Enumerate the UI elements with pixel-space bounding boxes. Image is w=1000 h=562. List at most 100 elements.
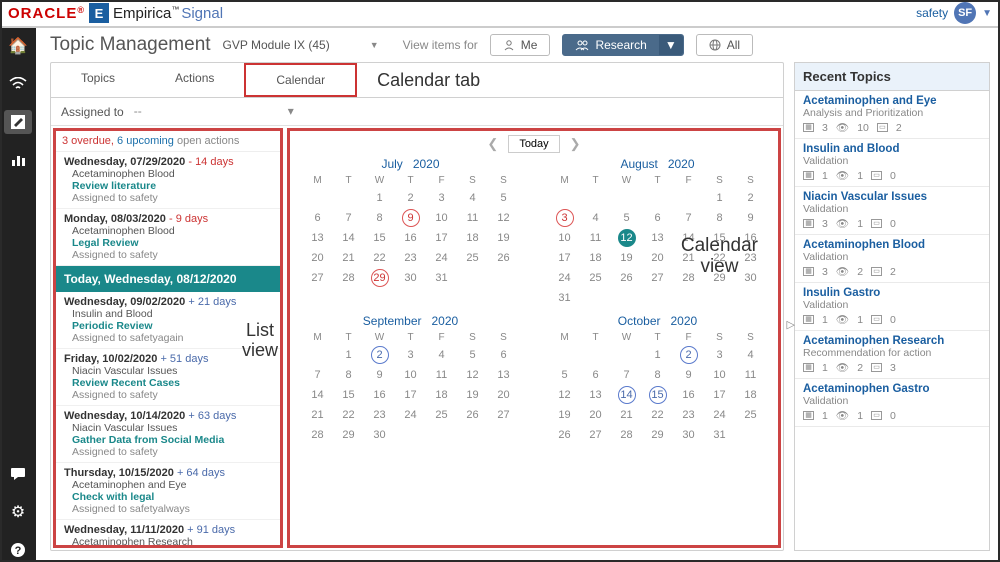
edit-page-icon[interactable]	[4, 110, 32, 134]
day-cell[interactable]: 14	[618, 386, 636, 404]
day-cell[interactable]: 2	[735, 188, 766, 208]
day-cell[interactable]: 27	[302, 268, 333, 288]
settings-icon[interactable]: ⚙	[4, 500, 32, 524]
list-item[interactable]: Thursday, 10/15/2020 + 64 daysAcetaminop…	[56, 463, 280, 520]
day-cell[interactable]: 23	[364, 405, 395, 425]
day-cell[interactable]: 12	[457, 365, 488, 385]
day-cell[interactable]: 17	[395, 385, 426, 405]
list-item[interactable]: Wednesday, 07/29/2020 - 14 daysAcetamino…	[56, 152, 280, 209]
day-cell[interactable]: 22	[642, 405, 673, 425]
day-cell[interactable]: 13	[302, 228, 333, 248]
day-cell[interactable]: 30	[673, 425, 704, 445]
day-cell[interactable]: 6	[642, 208, 673, 228]
day-cell[interactable]: 1	[333, 345, 364, 365]
day-cell[interactable]: 25	[426, 405, 457, 425]
day-cell[interactable]: 5	[457, 345, 488, 365]
day-cell[interactable]: 8	[333, 365, 364, 385]
day-cell[interactable]: 27	[580, 425, 611, 445]
day-cell[interactable]: 29	[333, 425, 364, 445]
day-cell[interactable]: 17	[704, 385, 735, 405]
day-cell[interactable]: 19	[611, 248, 642, 268]
day-cell[interactable]: 18	[426, 385, 457, 405]
wifi-icon[interactable]	[4, 72, 32, 96]
day-cell[interactable]: 25	[580, 268, 611, 288]
day-cell[interactable]: 20	[302, 248, 333, 268]
day-cell[interactable]: 25	[735, 405, 766, 425]
day-cell[interactable]: 20	[488, 385, 519, 405]
day-cell[interactable]: 31	[704, 425, 735, 445]
feedback-icon[interactable]	[4, 462, 32, 486]
day-cell[interactable]: 9	[402, 209, 420, 227]
day-cell[interactable]: 29	[642, 425, 673, 445]
day-cell[interactable]: 17	[549, 248, 580, 268]
day-cell[interactable]: 12	[618, 229, 636, 247]
day-cell[interactable]: 7	[611, 365, 642, 385]
day-cell[interactable]: 26	[488, 248, 519, 268]
day-cell[interactable]: 10	[426, 208, 457, 228]
day-cell[interactable]: 9	[735, 208, 766, 228]
pill-all[interactable]: All	[696, 34, 753, 56]
recent-topic-item[interactable]: Acetaminophen ResearchRecommendation for…	[795, 331, 989, 379]
prev-arrow-icon[interactable]: ❮	[487, 136, 498, 152]
day-cell[interactable]: 5	[611, 208, 642, 228]
assigned-to-dropdown[interactable]: --▾	[134, 104, 294, 119]
day-cell[interactable]: 8	[642, 365, 673, 385]
day-cell[interactable]: 3	[395, 345, 426, 365]
day-cell[interactable]: 19	[457, 385, 488, 405]
day-cell[interactable]: 15	[364, 228, 395, 248]
module-dropdown[interactable]: GVP Module IX (45)▼	[223, 38, 379, 52]
help-icon[interactable]: ?	[4, 538, 32, 562]
day-cell[interactable]: 5	[549, 365, 580, 385]
day-cell[interactable]: 11	[580, 228, 611, 248]
chart-icon[interactable]	[4, 148, 32, 172]
day-cell[interactable]: 13	[580, 385, 611, 405]
day-cell[interactable]: 18	[735, 385, 766, 405]
recent-topic-item[interactable]: Insulin and BloodValidation▦1👁1▭0	[795, 139, 989, 187]
day-cell[interactable]: 21	[333, 248, 364, 268]
day-cell[interactable]: 1	[704, 188, 735, 208]
day-cell[interactable]: 23	[673, 405, 704, 425]
day-cell[interactable]: 18	[457, 228, 488, 248]
day-cell[interactable]: 7	[333, 208, 364, 228]
day-cell[interactable]: 28	[333, 268, 364, 288]
day-cell[interactable]: 31	[426, 268, 457, 288]
day-cell[interactable]: 22	[333, 405, 364, 425]
day-cell[interactable]: 2	[680, 346, 698, 364]
day-cell[interactable]: 24	[426, 248, 457, 268]
day-cell[interactable]: 6	[302, 208, 333, 228]
day-cell[interactable]: 27	[642, 268, 673, 288]
day-cell[interactable]: 3	[556, 209, 574, 227]
day-cell[interactable]: 28	[302, 425, 333, 445]
day-cell[interactable]: 10	[704, 365, 735, 385]
tab-calendar[interactable]: Calendar	[244, 63, 357, 97]
day-cell[interactable]: 4	[457, 188, 488, 208]
user-name-link[interactable]: safety	[916, 6, 948, 20]
day-cell[interactable]: 12	[488, 208, 519, 228]
day-cell[interactable]: 7	[302, 365, 333, 385]
day-cell[interactable]: 16	[364, 385, 395, 405]
list-item[interactable]: Monday, 08/03/2020 - 9 daysAcetaminophen…	[56, 209, 280, 266]
day-cell[interactable]: 3	[426, 188, 457, 208]
day-cell[interactable]: 7	[673, 208, 704, 228]
day-cell[interactable]: 11	[457, 208, 488, 228]
pill-me[interactable]: Me	[490, 34, 551, 56]
day-cell[interactable]: 13	[488, 365, 519, 385]
day-cell[interactable]: 22	[364, 248, 395, 268]
day-cell[interactable]: 31	[549, 288, 580, 308]
day-cell[interactable]: 26	[549, 425, 580, 445]
day-cell[interactable]: 20	[642, 248, 673, 268]
day-cell[interactable]: 4	[580, 208, 611, 228]
day-cell[interactable]: 24	[395, 405, 426, 425]
day-cell[interactable]: 26	[457, 405, 488, 425]
day-cell[interactable]: 6	[580, 365, 611, 385]
day-cell[interactable]: 8	[704, 208, 735, 228]
recent-topic-item[interactable]: Acetaminophen BloodValidation▦3👁2▭2	[795, 235, 989, 283]
day-cell[interactable]: 27	[488, 405, 519, 425]
day-cell[interactable]: 30	[364, 425, 395, 445]
recent-topic-item[interactable]: Acetaminophen GastroValidation▦1👁1▭0	[795, 379, 989, 427]
day-cell[interactable]: 13	[642, 228, 673, 248]
day-cell[interactable]: 9	[673, 365, 704, 385]
day-cell[interactable]: 1	[642, 345, 673, 365]
day-cell[interactable]: 1	[364, 188, 395, 208]
day-cell[interactable]: 4	[735, 345, 766, 365]
